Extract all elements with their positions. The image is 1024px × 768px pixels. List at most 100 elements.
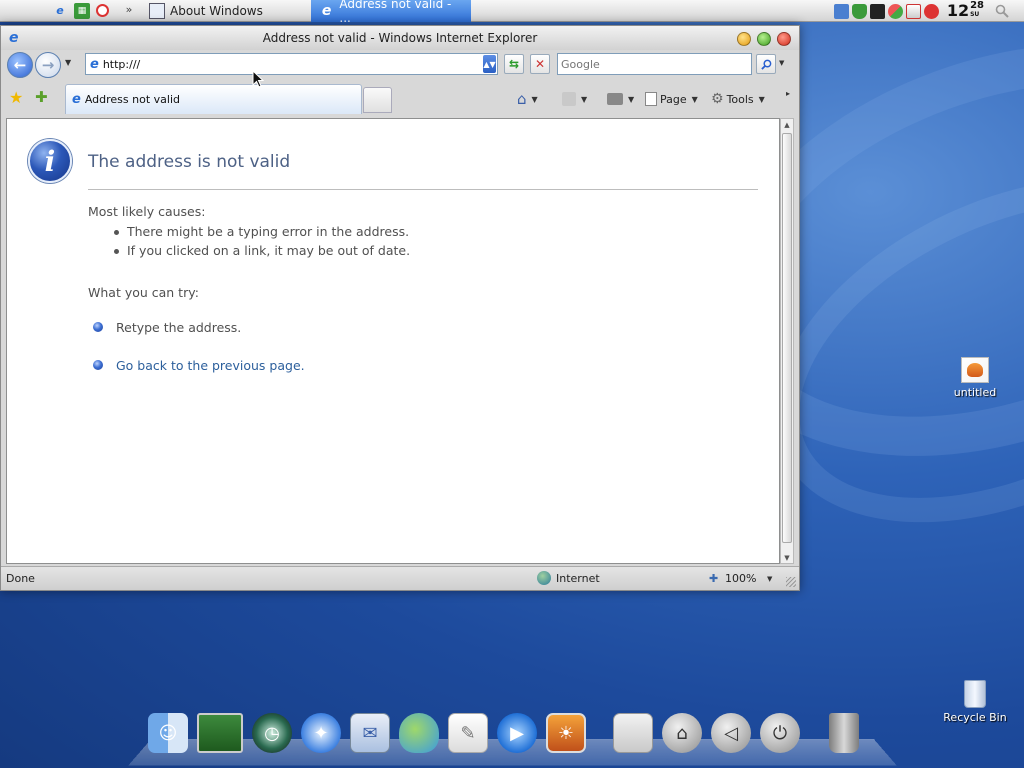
tab-address-not-valid[interactable]: e Address not valid — [65, 84, 362, 114]
address-bar[interactable]: e ▲▼ — [85, 53, 498, 75]
forward-button[interactable]: → — [35, 52, 61, 78]
taskbar-item-label: Address not valid - ... — [339, 0, 452, 25]
tab-bar: ★ ✚ e Address not valid ⌂ ▼ ▼ ▼ Page ▼ ⚙ T… — [1, 82, 799, 114]
vertical-scrollbar[interactable]: ▲ ▼ — [780, 118, 794, 564]
scroll-up-arrow-icon[interactable]: ▲ — [781, 121, 793, 129]
page-menu-label: Page — [660, 92, 687, 106]
antivirus-icon[interactable] — [923, 3, 939, 19]
media-player-icon[interactable]: ▶ — [497, 713, 537, 753]
media-quicklaunch-icon[interactable] — [96, 4, 109, 17]
desktop-icon-label: Recycle Bin — [943, 711, 1007, 724]
feeds-button[interactable]: ▼ — [562, 90, 587, 108]
close-button[interactable] — [777, 32, 791, 46]
print-button[interactable]: ▼ — [607, 90, 634, 108]
home-icon[interactable]: ⌂ — [662, 713, 702, 753]
mail-icon[interactable]: ✉ — [350, 713, 390, 753]
trash-icon[interactable] — [829, 713, 859, 753]
zoom-magnifier-icon: ✚ — [709, 572, 719, 585]
scroll-down-arrow-icon[interactable]: ▼ — [781, 554, 793, 562]
search-box[interactable] — [557, 53, 752, 75]
go-back-link[interactable]: Go back to the previous page. — [116, 358, 305, 373]
window-icon — [149, 2, 165, 19]
printer-icon — [607, 93, 623, 105]
tools-menu-label: Tools — [726, 92, 754, 106]
apple-menu-icon[interactable] — [18, 3, 34, 19]
home-button[interactable]: ⌂ ▼ — [517, 90, 538, 108]
taskbar-item-address-not-valid[interactable]: e Address not valid - ... — [310, 0, 471, 25]
bullet — [114, 249, 119, 254]
recycle-bin-icon — [964, 680, 986, 708]
zoom-level[interactable]: 100% — [725, 572, 756, 585]
tools-icon[interactable] — [905, 3, 921, 19]
page-icon — [645, 92, 657, 106]
recent-pages-dropdown-icon[interactable]: ▼ — [65, 58, 71, 67]
window-title-bar[interactable]: e Address not valid - Windows Internet E… — [1, 26, 799, 50]
desktop-icon-recycle-bin[interactable]: Recycle Bin — [935, 680, 1015, 724]
finder-icon[interactable]: ☺ — [148, 713, 188, 753]
window-title: Address not valid - Windows Internet Exp… — [262, 31, 538, 45]
image-file-icon — [961, 357, 989, 383]
resize-grip-icon[interactable] — [786, 577, 796, 587]
page-content: i The address is not valid Most likely c… — [6, 118, 780, 564]
network-icon[interactable] — [833, 3, 849, 19]
address-input[interactable] — [102, 55, 473, 73]
sync-icon[interactable] — [887, 3, 903, 19]
new-tab-button[interactable] — [363, 87, 392, 113]
gear-icon: ⚙ — [711, 91, 724, 107]
search-button[interactable] — [756, 54, 776, 74]
spreadsheet-quicklaunch-icon[interactable]: ▦ — [74, 2, 90, 19]
volume-icon[interactable] — [869, 3, 885, 19]
causes-title: Most likely causes: — [88, 204, 206, 219]
system-icon[interactable] — [613, 713, 653, 753]
cause-item: There might be a typing error in the add… — [127, 224, 410, 239]
mouse-cursor-icon — [252, 70, 264, 88]
desktop-icon-untitled[interactable]: untitled — [935, 357, 1015, 399]
favorites-star-icon[interactable]: ★ — [9, 88, 23, 107]
zoom-dropdown-icon[interactable]: ▼ — [767, 575, 772, 583]
stop-button[interactable]: ✕ — [530, 54, 550, 74]
taskbar-item-about-windows[interactable]: About Windows — [141, 0, 271, 22]
top-menu-bar: e ▦ » About Windows e Address not valid … — [0, 0, 1024, 25]
add-favorites-icon[interactable]: ✚ — [35, 88, 48, 106]
search-options-dropdown-icon[interactable]: ▼ — [779, 59, 784, 67]
page-heading: The address is not valid — [88, 152, 291, 172]
dock: ☺ ◷ ✦ ✉ ✎ ▶ ☀ ⌂ ◁ ⏻ — [148, 708, 868, 758]
time-machine-icon[interactable]: ◷ — [252, 713, 292, 753]
page-menu-button[interactable]: Page ▼ — [645, 90, 698, 108]
photo-icon[interactable] — [197, 713, 243, 753]
search-input[interactable] — [561, 55, 746, 73]
security-shield-icon[interactable] — [851, 3, 867, 19]
iphoto-icon[interactable]: ☀ — [546, 713, 586, 753]
address-dropdown-button[interactable]: ▲▼ — [483, 55, 496, 73]
tab-label: Address not valid — [84, 93, 180, 106]
ie-icon: e — [321, 2, 332, 19]
try-title: What you can try: — [88, 285, 199, 300]
home-icon: ⌂ — [517, 90, 527, 108]
clock[interactable]: 12 28 SU — [947, 1, 984, 21]
refresh-button[interactable]: ⇆ — [504, 54, 524, 74]
minimize-button[interactable] — [737, 32, 751, 46]
notepad-icon[interactable]: ✎ — [448, 713, 488, 753]
security-zone-label[interactable]: Internet — [556, 572, 600, 585]
retype-suggestion: Retype the address. — [116, 320, 242, 335]
clock-minute: 28 — [970, 0, 984, 11]
tools-menu-button[interactable]: ⚙ Tools ▼ — [711, 90, 765, 108]
toolbar-overflow-icon[interactable]: ▸ — [786, 89, 790, 98]
rss-feed-icon — [562, 92, 576, 106]
back-button[interactable]: ← — [7, 52, 33, 78]
spotlight-search-icon[interactable] — [994, 3, 1010, 19]
power-icon[interactable]: ⏻ — [760, 713, 800, 753]
clock-minute-block: 28 SU — [970, 0, 984, 19]
back-icon[interactable]: ◁ — [711, 713, 751, 753]
safari-icon[interactable]: ✦ — [301, 713, 341, 753]
tab-ie-icon: e — [72, 92, 81, 107]
info-icon: i — [28, 139, 72, 183]
desktop-icon-label: untitled — [953, 386, 997, 399]
messenger-icon[interactable] — [399, 713, 439, 753]
bullet-orb-icon — [93, 322, 103, 332]
scroll-thumb[interactable] — [782, 133, 792, 543]
ie-quicklaunch-icon[interactable]: e — [52, 3, 68, 19]
maximize-button[interactable] — [757, 32, 771, 46]
overflow-chevron-icon[interactable]: » — [121, 3, 137, 19]
ie-window: e Address not valid - Windows Internet E… — [0, 25, 800, 591]
